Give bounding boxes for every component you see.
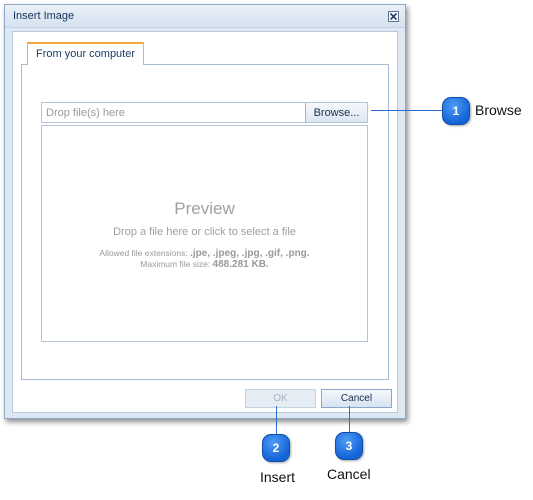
insert-image-dialog: Insert Image From your computer Browse..… [4, 4, 406, 419]
preview-dropzone[interactable]: Preview Drop a file here or click to sel… [41, 125, 368, 342]
max-file-size-label: Maximum file size: [140, 259, 213, 269]
callout-label-browse: Browse [475, 102, 522, 118]
close-icon[interactable] [388, 11, 399, 22]
browse-button[interactable]: Browse... [305, 103, 367, 122]
dialog-body: From your computer Browse... Preview Dro… [12, 31, 398, 413]
ok-button[interactable]: OK [245, 389, 316, 408]
callout-label-insert: Insert [260, 469, 296, 485]
max-file-size: Maximum file size: 488.281 KB. [42, 259, 367, 270]
allowed-extensions-label: Allowed file extensions: [99, 248, 191, 258]
callout-connector-cancel [349, 406, 350, 432]
callout-connector-insert [276, 406, 277, 434]
allowed-extensions-value: .jpe, .jpeg, .jpg, .gif, .png. [190, 248, 310, 259]
callout-badge-insert: 2 [262, 434, 290, 462]
tab-from-your-computer[interactable]: From your computer [27, 42, 144, 65]
max-file-size-value: 488.281 KB. [212, 259, 269, 270]
preview-title: Preview [174, 199, 235, 218]
dialog-title: Insert Image [13, 10, 75, 22]
callout-badge-cancel: 3 [335, 432, 363, 460]
allowed-extensions: Allowed file extensions: .jpe, .jpeg, .j… [42, 248, 367, 259]
file-input[interactable] [42, 103, 305, 122]
upload-panel: Browse... Preview Drop a file here or cl… [21, 64, 389, 380]
dialog-titlebar[interactable]: Insert Image [5, 5, 405, 28]
callout-badge-browse: 1 [442, 97, 470, 125]
callout-connector-browse [371, 110, 443, 111]
callout-label-cancel: Cancel [327, 466, 371, 482]
drop-hint: Drop a file here or click to select a fi… [113, 226, 296, 238]
cancel-button[interactable]: Cancel [321, 389, 392, 408]
upload-row: Browse... [41, 102, 368, 123]
